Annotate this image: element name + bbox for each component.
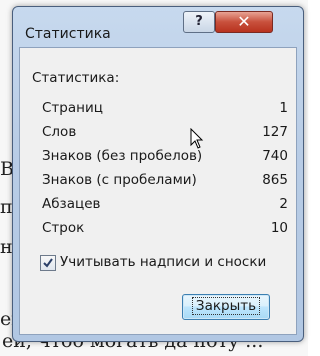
close-button[interactable]: Закрыть — [182, 294, 270, 320]
question-mark-icon: ? — [195, 14, 203, 29]
close-window-button[interactable]: ✕ — [215, 11, 273, 33]
mouse-pointer-icon — [190, 128, 204, 149]
group-label: Статистика: — [32, 70, 120, 86]
stats-row-pages: Страниц 1 — [42, 100, 288, 120]
dialog-titlebar[interactable]: Статистика ? ✕ — [13, 7, 303, 47]
stats-value: 127 — [262, 124, 288, 140]
stats-label: Знаков (с пробелами) — [42, 172, 197, 188]
stats-row-lines: Строк 10 — [42, 220, 288, 240]
close-icon: ✕ — [237, 12, 251, 31]
stats-label: Страниц — [42, 100, 103, 116]
stats-row-paragraphs: Абзацев 2 — [42, 196, 288, 216]
checkbox-box[interactable] — [40, 255, 56, 271]
stats-label: Абзацев — [42, 196, 101, 212]
statistics-dialog: Статистика ? ✕ Статистика: Страниц 1 Сло… — [12, 6, 304, 342]
checkmark-icon — [43, 258, 53, 268]
stats-row-words: Слов 127 — [42, 124, 288, 144]
stats-value: 10 — [270, 220, 288, 236]
checkbox-label: Учитывать надписи и сноски — [60, 254, 267, 270]
help-button[interactable]: ? — [183, 11, 215, 33]
stats-value: 1 — [279, 100, 288, 116]
close-button-label: Закрыть — [191, 297, 261, 315]
stats-label: Слов — [42, 124, 77, 140]
dialog-title: Статистика — [25, 26, 111, 42]
stats-row-chars-with-spaces: Знаков (с пробелами) 865 — [42, 172, 288, 192]
stats-label: Строк — [42, 220, 85, 236]
dialog-content: Статистика: Страниц 1 Слов 127 Знаков (б… — [19, 47, 297, 335]
stats-row-chars-no-spaces: Знаков (без пробелов) 740 — [42, 148, 288, 168]
stats-value: 2 — [279, 196, 288, 212]
stats-value: 865 — [262, 172, 288, 188]
stats-value: 740 — [262, 148, 288, 164]
background-text-fragment: п — [0, 196, 13, 218]
background-text-fragment: н — [0, 236, 13, 258]
stats-label: Знаков (без пробелов) — [42, 148, 203, 164]
